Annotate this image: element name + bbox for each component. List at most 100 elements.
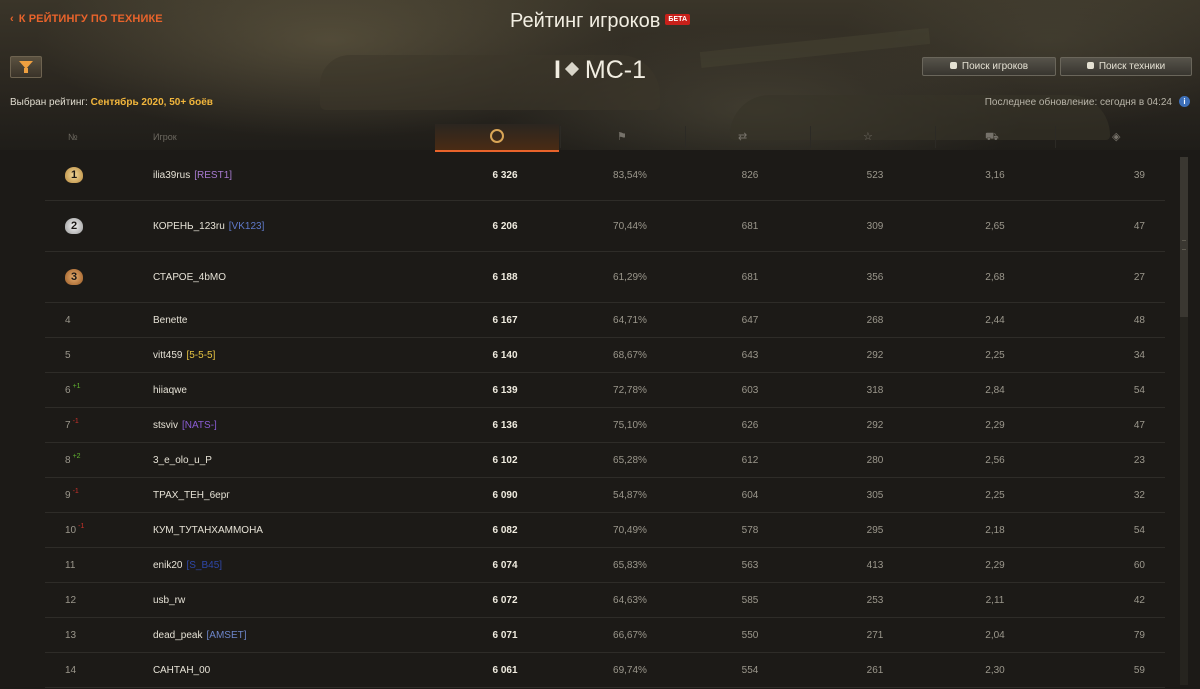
table-row[interactable]: 13 dead_peak [AMSET] 6 071 66,67% 550 271 2,04 7…	[45, 618, 1165, 653]
battles-count: 604	[741, 489, 759, 501]
avg-spotted: 48	[1133, 314, 1145, 326]
player-name[interactable]: dead_peak	[153, 630, 203, 641]
player-cell: stsviv [NATS-]	[153, 408, 433, 442]
battles-count: 603	[741, 384, 759, 396]
search-vehicles-button[interactable]: Поиск техники	[1060, 57, 1192, 76]
battles-count: 647	[741, 314, 759, 326]
avg-spotted: 47	[1133, 419, 1145, 431]
table-row[interactable]: 1 ilia39rus [REST1] 6 326 83,54% 826 523 3,16 39	[45, 150, 1165, 201]
win-rate: 54,87%	[613, 489, 647, 501]
player-cell: 3_e_olo_u_P	[153, 443, 433, 477]
avg-damage: 413	[866, 559, 884, 571]
player-name[interactable]: КУМ_ТУТАНХАММОНА	[153, 525, 263, 536]
rank-cell: 3	[65, 252, 125, 302]
avg-frags: 2,68	[985, 271, 1005, 283]
win-rate: 61,29%	[613, 271, 647, 283]
spotted-eye-icon: ◈	[1112, 131, 1121, 143]
selected-rating-value[interactable]: Сентябрь 2020, 50+ боёв	[91, 97, 213, 108]
player-cell: КУМ_ТУТАНХАММОНА	[153, 513, 433, 547]
column-player[interactable]: Игрок	[153, 124, 177, 150]
flag-icon: ⚑	[617, 131, 627, 143]
avg-spotted: 60	[1133, 559, 1145, 571]
scrollbar-thumb[interactable]	[1180, 157, 1188, 317]
table-row[interactable]: 7 -1 stsviv [NATS-] 6 136 75,10% 626 292 2,29 47	[45, 408, 1165, 443]
table-row[interactable]: 9 -1 ТРАХ_ТЕН_6ерг 6 090 54,87% 604 305 2,25 32	[45, 478, 1165, 513]
rating-score: 6 071	[492, 629, 518, 641]
rating-score: 6 139	[492, 384, 518, 396]
column-damage[interactable]: ☆	[863, 124, 873, 150]
avg-frags: 2,44	[985, 314, 1005, 326]
rating-score: 6 074	[492, 559, 518, 571]
player-name[interactable]: hiiaqwe	[153, 385, 187, 396]
player-name[interactable]: Benette	[153, 315, 187, 326]
clan-tag[interactable]: [5-5-5]	[186, 350, 215, 361]
table-row[interactable]: 2 КОРЕНЬ_123ru [VK123] 6 206 70,44% 681 309 2,6…	[45, 201, 1165, 252]
player-cell: dead_peak [AMSET]	[153, 618, 433, 652]
player-name[interactable]: 3_e_olo_u_P	[153, 455, 212, 466]
filter-button[interactable]	[10, 56, 42, 78]
player-name[interactable]: КОРЕНЬ_123ru	[153, 221, 225, 232]
clan-tag[interactable]: [AMSET]	[207, 630, 247, 641]
player-name[interactable]: enik20	[153, 560, 182, 571]
player-cell: vitt459 [5-5-5]	[153, 338, 433, 372]
rank-cell: 8 +2	[65, 443, 125, 477]
rating-score: 6 326	[492, 169, 518, 181]
table-row[interactable]: 12 usb_rw 6 072 64,63% 585 253 2,11 42	[45, 583, 1165, 618]
column-frags[interactable]: ⛟	[985, 124, 999, 150]
player-cell: enik20 [S_B45]	[153, 548, 433, 582]
table-row[interactable]: 5 vitt459 [5-5-5] 6 140 68,67% 643 292 2,25 34	[45, 338, 1165, 373]
table-row[interactable]: 11 enik20 [S_B45] 6 074 65,83% 563 413 2,29 60	[45, 548, 1165, 583]
rank-number: 9	[65, 489, 71, 501]
clan-tag[interactable]: [VK123]	[229, 221, 265, 232]
avg-frags: 2,04	[985, 629, 1005, 641]
table-row[interactable]: 3 СТАРОЕ_4bMO 6 188 61,29% 681 356 2,68 27	[45, 252, 1165, 303]
table-row[interactable]: 14 САНТАН_00 6 061 69,74% 554 261 2,30 59	[45, 653, 1165, 688]
table-row[interactable]: 4 Benette 6 167 64,71% 647 268 2,44 48	[45, 303, 1165, 338]
player-name[interactable]: САНТАН_00	[153, 665, 210, 676]
column-rank[interactable]: №	[68, 124, 78, 150]
info-icon[interactable]: i	[1179, 96, 1190, 107]
column-spotted[interactable]: ◈	[1112, 124, 1120, 150]
rank-number: 12	[65, 594, 77, 606]
column-rating-score[interactable]	[435, 124, 559, 152]
player-name[interactable]: usb_rw	[153, 595, 185, 606]
column-win-rate[interactable]: ⚑	[617, 124, 627, 150]
rank-number: 11	[65, 559, 76, 571]
battles-count: 681	[741, 220, 759, 232]
column-battles[interactable]: ⇄	[738, 124, 747, 150]
player-name[interactable]: СТАРОЕ_4bMO	[153, 272, 226, 283]
clan-tag[interactable]: [S_B45]	[186, 560, 222, 571]
avg-damage: 253	[866, 594, 884, 606]
rank-number: 5	[65, 349, 71, 361]
rank-number: 8	[65, 454, 71, 466]
table-header: № Игрок ⚑ ⇄ ☆ ⛟ ◈	[0, 124, 1200, 152]
player-name[interactable]: ilia39rus	[153, 170, 190, 181]
rank-change: +1	[72, 382, 81, 390]
avg-damage: 280	[866, 454, 884, 466]
win-rate: 65,83%	[613, 559, 647, 571]
table-row[interactable]: 10 -1 КУМ_ТУТАНХАММОНА 6 082 70,49% 578 295 2,1…	[45, 513, 1165, 548]
table-row[interactable]: 8 +2 3_e_olo_u_P 6 102 65,28% 612 280 2,56 23	[45, 443, 1165, 478]
clan-tag[interactable]: [REST1]	[194, 170, 232, 181]
battles-icon: ⇄	[738, 131, 748, 143]
avg-damage: 292	[866, 349, 884, 361]
player-name[interactable]: stsviv	[153, 420, 178, 431]
page-title-text: Рейтинг игроков	[509, 10, 661, 32]
win-rate: 69,74%	[613, 664, 647, 676]
avg-frags: 2,29	[985, 419, 1005, 431]
avg-spotted: 59	[1133, 664, 1145, 676]
player-cell: СТАРОЕ_4bMO	[153, 252, 433, 302]
page-title: Рейтинг игроков БЕТА	[0, 10, 1200, 33]
rank-cell: 11	[65, 548, 125, 582]
battles-count: 554	[741, 664, 759, 676]
player-name[interactable]: vitt459	[153, 350, 182, 361]
battles-count: 826	[741, 169, 759, 181]
win-rate: 64,71%	[613, 314, 647, 326]
search-players-button[interactable]: Поиск игроков	[922, 57, 1056, 76]
battles-count: 550	[741, 629, 759, 641]
player-cell: КОРЕНЬ_123ru [VK123]	[153, 201, 433, 251]
clan-tag[interactable]: [NATS-]	[182, 420, 217, 431]
player-cell: hiiaqwe	[153, 373, 433, 407]
player-name[interactable]: ТРАХ_ТЕН_6ерг	[153, 490, 230, 501]
table-row[interactable]: 6 +1 hiiaqwe 6 139 72,78% 603 318 2,84 54	[45, 373, 1165, 408]
